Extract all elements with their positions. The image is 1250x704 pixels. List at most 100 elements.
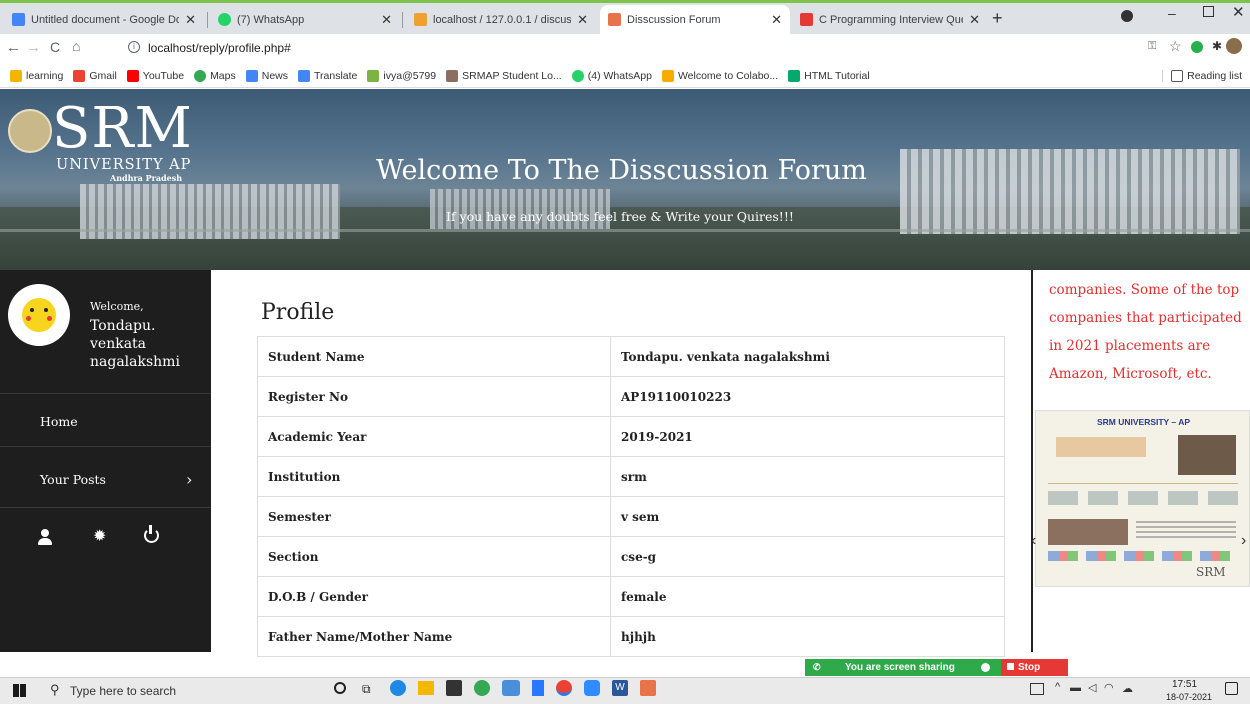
row-value: v sem <box>610 496 1005 537</box>
user-avatar-icon[interactable] <box>1226 38 1242 54</box>
bookmark-ivya[interactable]: ivya@5799 <box>367 69 436 82</box>
sidebar-item-your-posts[interactable]: Your Posts › <box>0 447 211 507</box>
sidebar-item-home[interactable]: Home <box>0 394 211 446</box>
file-explorer-icon[interactable] <box>418 681 434 695</box>
xampp-icon[interactable] <box>640 680 656 696</box>
bookmark-colab[interactable]: Welcome to Colabo... <box>661 69 778 82</box>
taskbar-search-input[interactable]: Type here to search <box>70 684 176 698</box>
placement-poster[interactable]: SRM UNIVERSITY – AP SRM <box>1035 410 1250 587</box>
minimize-button[interactable]: – <box>1168 5 1176 21</box>
bookmark-youtube[interactable]: YouTube <box>126 69 184 82</box>
bookmark-star-icon[interactable]: ☆ <box>1169 38 1182 55</box>
chrome-active-icon[interactable] <box>556 680 572 696</box>
news-icon <box>245 69 258 82</box>
reload-icon[interactable]: C <box>50 39 60 55</box>
teams-icon[interactable] <box>502 680 520 696</box>
notification-icon[interactable] <box>1225 682 1238 695</box>
row-label: Institution <box>257 456 611 497</box>
page-subtitle: If you have any doubts feel free & Write… <box>446 209 794 224</box>
bookmark-gmail[interactable]: Gmail <box>73 69 117 82</box>
row-value: 2019-2021 <box>610 416 1005 457</box>
key-icon[interactable]: ⚿ <box>1148 40 1156 53</box>
tab-title: Untitled document - Google Doc <box>31 13 180 26</box>
clock-time[interactable]: 17:51 <box>1172 679 1197 690</box>
close-tab-icon[interactable]: ✕ <box>969 12 980 28</box>
forward-arrow-icon[interactable]: → <box>26 39 41 56</box>
w3schools-icon <box>788 69 801 82</box>
tab-whatsapp[interactable]: (7) WhatsApp ✕ <box>210 5 400 34</box>
word-icon[interactable]: W <box>612 680 628 696</box>
carousel-next-icon[interactable]: › <box>1241 532 1246 550</box>
windows-start-icon[interactable] <box>13 684 26 697</box>
tab-phpmyadmin[interactable]: localhost / 127.0.0.1 / discussion ✕ <box>406 5 596 34</box>
srm-emblem-icon <box>8 109 52 153</box>
hero-banner: SRM UNIVERSITY AP Andhra Pradesh Welcome… <box>0 89 1250 270</box>
logo-region: Andhra Pradesh <box>110 173 183 183</box>
app-icon[interactable] <box>532 680 544 696</box>
forum-favicon-icon <box>608 13 621 26</box>
bookmark-whatsapp[interactable]: (4) WhatsApp <box>571 69 652 82</box>
home-icon[interactable]: ⌂ <box>72 38 80 54</box>
bookmark-maps[interactable]: Maps <box>194 69 236 82</box>
store-icon[interactable] <box>446 680 462 696</box>
profile-menu-icon[interactable] <box>1121 10 1133 22</box>
table-row: Institution srm <box>257 456 1005 497</box>
keyboard-icon[interactable] <box>1030 683 1044 695</box>
extension-icon[interactable] <box>1191 41 1203 53</box>
zoom-icon[interactable] <box>584 680 600 696</box>
tab-c-programming[interactable]: C Programming Interview Questi ✕ <box>792 5 988 34</box>
tab-google-docs[interactable]: Untitled document - Google Doc ✕ <box>4 5 204 34</box>
table-row: Father Name/Mother Name hjhjh <box>257 616 1005 657</box>
close-tab-icon[interactable]: ✕ <box>185 12 196 28</box>
bookmark-learning[interactable]: learning <box>10 69 63 82</box>
close-tab-icon[interactable]: ✕ <box>577 12 588 28</box>
username-line: nagalakshmi <box>90 354 180 370</box>
bookmark-translate[interactable]: Translate <box>298 69 357 82</box>
extensions-puzzle-icon[interactable]: ✱ <box>1212 39 1222 53</box>
window-close-button[interactable]: ✕ <box>1232 3 1245 21</box>
carousel-prev-icon[interactable]: ‹ <box>1031 532 1036 550</box>
stop-share-button[interactable]: Stop Share <box>1001 659 1068 690</box>
wifi-icon[interactable]: ◠ <box>1104 681 1114 694</box>
bookmark-srmap[interactable]: SRMAP Student Lo... <box>446 69 562 82</box>
tab-title: Disscussion Forum <box>627 13 721 26</box>
profile-heading: Profile <box>261 300 335 325</box>
row-value: female <box>610 576 1005 617</box>
row-value: srm <box>610 456 1005 497</box>
address-bar[interactable]: i localhost/reply/profile.php# <box>112 38 1172 60</box>
bookmark-news[interactable]: News <box>245 69 288 82</box>
info-icon[interactable]: i <box>128 41 140 53</box>
volume-icon[interactable]: ◁ <box>1088 681 1096 694</box>
search-icon[interactable]: ⚲ <box>50 682 60 698</box>
bookmark-html-tutorial[interactable]: HTML Tutorial <box>788 69 870 82</box>
reading-list-button[interactable]: Reading list <box>1162 69 1242 82</box>
poster-photo <box>1178 435 1236 475</box>
new-tab-button[interactable]: + <box>992 8 1003 29</box>
task-view-icon[interactable]: ⧉ <box>362 682 371 697</box>
url-text[interactable]: localhost/reply/profile.php# <box>148 41 291 55</box>
close-tab-icon[interactable]: ✕ <box>771 12 782 28</box>
back-arrow-icon[interactable]: ← <box>6 39 21 56</box>
cortana-icon[interactable] <box>334 682 346 694</box>
tray-chevron-icon[interactable]: ^ <box>1055 681 1060 693</box>
pikachu-avatar-icon <box>22 298 56 332</box>
screen-share-banner: ✆ You are screen sharing <box>805 659 1001 676</box>
maximize-button[interactable] <box>1203 6 1214 17</box>
table-row: Register No AP19110010223 <box>257 376 1005 417</box>
edge-icon[interactable] <box>390 680 406 696</box>
power-icon[interactable] <box>144 525 159 543</box>
battery-icon[interactable]: ▬ <box>1070 682 1081 694</box>
row-label: Semester <box>257 496 611 537</box>
avatar[interactable] <box>8 284 70 346</box>
table-row: D.O.B / Gender female <box>257 576 1005 617</box>
gear-icon[interactable]: ✹ <box>93 526 106 545</box>
tab-title: localhost / 127.0.0.1 / discussion <box>433 13 572 26</box>
tab-discussion-forum[interactable]: Disscussion Forum ✕ <box>600 5 790 34</box>
poster-logo: SRM <box>1196 565 1226 579</box>
youtube-icon <box>126 69 139 82</box>
clock-date[interactable]: 18-07-2021 <box>1166 692 1212 702</box>
onedrive-icon[interactable]: ☁ <box>1122 682 1133 695</box>
user-icon[interactable] <box>38 529 52 545</box>
chrome-icon[interactable] <box>474 680 490 696</box>
close-tab-icon[interactable]: ✕ <box>381 12 392 28</box>
